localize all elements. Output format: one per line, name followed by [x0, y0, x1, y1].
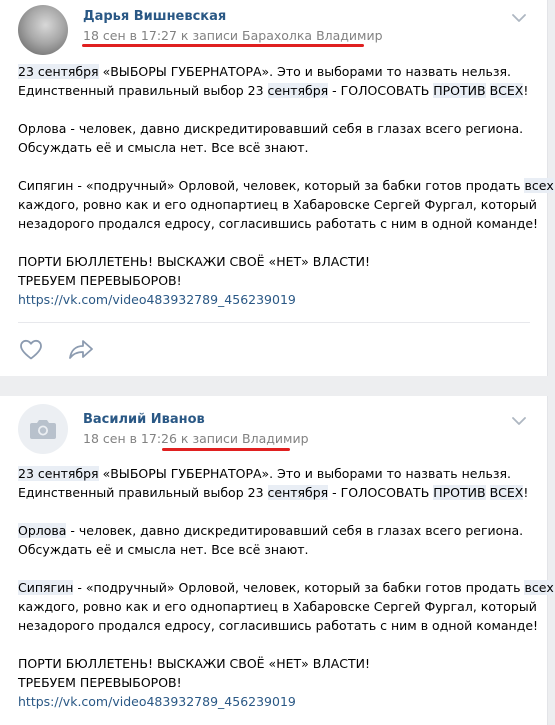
camera-icon: [30, 420, 56, 439]
red-underline: [82, 44, 364, 47]
video-link[interactable]: https://vk.com/video483932789_456239019: [18, 292, 296, 307]
author-name[interactable]: Дарья Вишневская: [83, 9, 226, 24]
avatar[interactable]: [18, 5, 68, 55]
avatar[interactable]: [18, 404, 68, 454]
post-card: Дарья Вишневская 18 сен в 17:27 к записи…: [0, 0, 554, 376]
post-meta[interactable]: 18 сен в 17:26 к записи Владимир: [83, 431, 309, 446]
share-icon[interactable]: [68, 339, 94, 359]
video-link[interactable]: https://vk.com/video483932789_456239019: [18, 694, 296, 709]
post-meta[interactable]: 18 сен в 17:27 к записи Барахолка Владим…: [83, 28, 383, 43]
chevron-down-icon[interactable]: [512, 14, 526, 22]
red-underline: [162, 448, 290, 451]
chevron-down-icon[interactable]: [512, 417, 526, 425]
divider: [18, 322, 530, 323]
post-card: Василий Иванов 18 сен в 17:26 к записи В…: [0, 396, 554, 725]
author-name[interactable]: Василий Иванов: [83, 412, 205, 427]
like-icon[interactable]: [19, 339, 43, 360]
post-text: 23 сентября «ВЫБОРЫ ГУБЕРНАТОРА». Это и …: [18, 466, 554, 709]
post-text: 23 сентября «ВЫБОРЫ ГУБЕРНАТОРА». Это и …: [18, 64, 554, 307]
